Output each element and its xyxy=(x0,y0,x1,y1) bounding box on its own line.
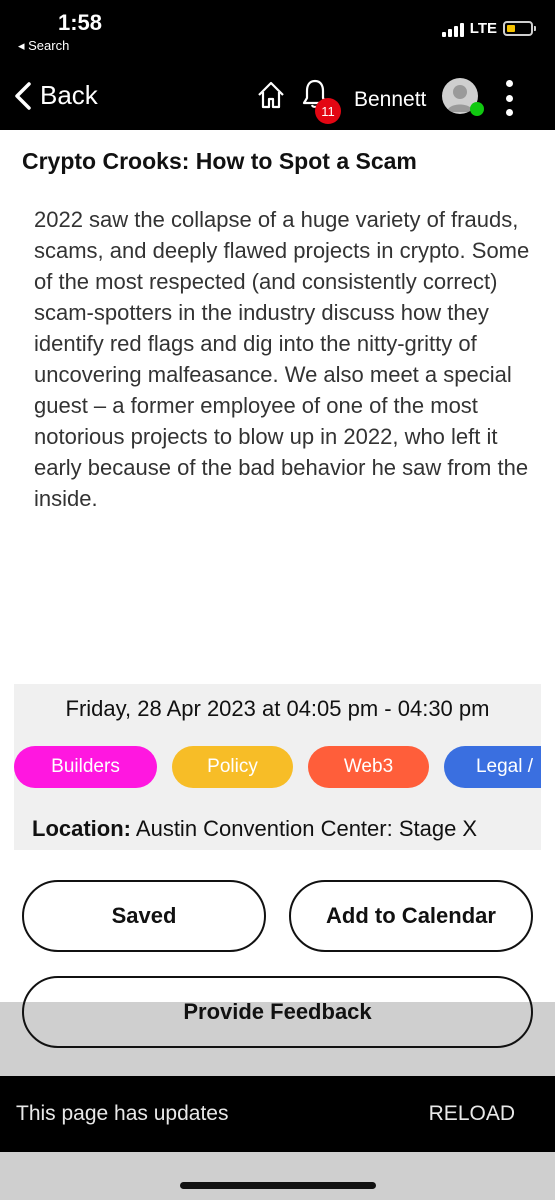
update-snackbar: This page has updates RELOAD xyxy=(0,1076,555,1152)
tag-legal[interactable]: Legal / xyxy=(444,746,541,788)
location-value: Austin Convention Center: Stage X xyxy=(135,816,478,841)
status-time: 1:58 xyxy=(58,10,103,35)
location-label: Location: xyxy=(32,816,131,841)
more-vertical-icon[interactable] xyxy=(502,80,516,116)
tag-list[interactable]: Builders Policy Web3 Legal / xyxy=(14,746,541,790)
signal-icon xyxy=(441,21,464,37)
reload-button[interactable]: RELOAD xyxy=(429,1102,515,1126)
status-indicators: LTE xyxy=(441,20,536,37)
session-datetime: Friday, 28 Apr 2023 at 04:05 pm - 04:30 … xyxy=(65,696,490,721)
session-title: Crypto Crooks: How to Spot a Scam xyxy=(22,148,417,174)
user-name[interactable]: Bennett xyxy=(354,88,426,112)
chevron-left-icon xyxy=(15,81,31,110)
tag-web3[interactable]: Web3 xyxy=(308,746,429,788)
home-indicator[interactable] xyxy=(180,1182,376,1189)
session-info-panel: Friday, 28 Apr 2023 at 04:05 pm - 04:30 … xyxy=(14,684,541,850)
tag-builders[interactable]: Builders xyxy=(14,746,157,788)
battery-level xyxy=(507,25,515,32)
snackbar-message: This page has updates xyxy=(16,1102,229,1125)
tag-policy[interactable]: Policy xyxy=(172,746,293,788)
top-bar: 1:58 ◂ Search LTE Back 11 Bennett xyxy=(0,0,555,130)
nav-icons: 11 xyxy=(255,78,341,124)
session-description: 2022 saw the collapse of a huge variety … xyxy=(34,207,530,511)
back-button[interactable]: Back xyxy=(12,80,98,111)
notification-badge: 11 xyxy=(315,98,341,124)
network-type: LTE xyxy=(469,20,497,37)
saved-button[interactable]: Saved xyxy=(22,880,266,952)
online-status-dot xyxy=(470,102,484,116)
provide-feedback-button[interactable]: Provide Feedback xyxy=(22,976,533,1048)
notifications-button[interactable]: 11 xyxy=(301,78,341,124)
session-detail-screen: 1:58 ◂ Search LTE Back 11 Bennett Crypto… xyxy=(0,0,555,1200)
battery-icon xyxy=(503,21,536,36)
back-label: Back xyxy=(40,80,98,110)
status-back-link[interactable]: ◂ Search xyxy=(18,38,69,54)
home-icon[interactable] xyxy=(255,79,287,111)
add-to-calendar-button[interactable]: Add to Calendar xyxy=(289,880,533,952)
session-location: Location: Austin Convention Center: Stag… xyxy=(32,816,477,842)
